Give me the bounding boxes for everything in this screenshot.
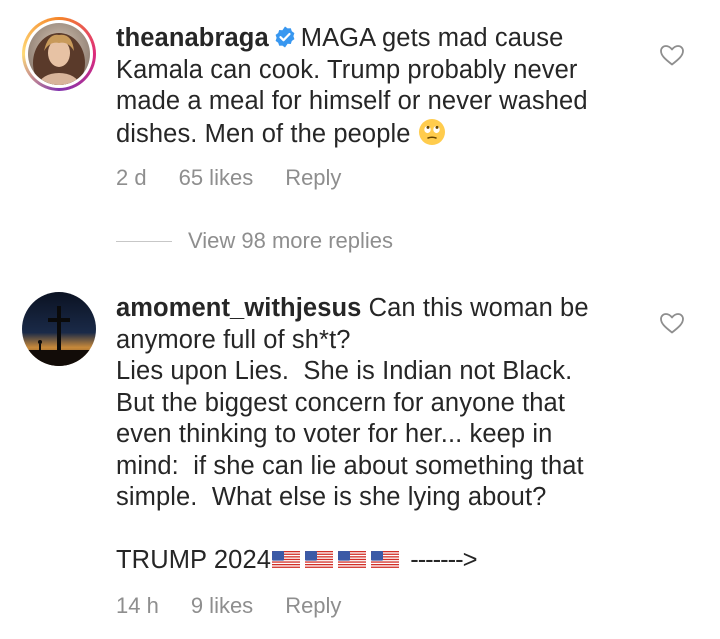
comment-text-line: even thinking to voter for her... keep i… [116,420,553,448]
comment-meta: 14 h 9 likes Reply [116,593,373,619]
avatar-inner [25,20,93,88]
comment-meta: 2 d 65 likes Reply [116,165,373,191]
comment-signoff: TRUMP 2024 -------> [116,545,636,577]
us-flag-icon [338,551,367,569]
avatar-story-ring[interactable] [22,17,96,91]
avatar [28,23,90,85]
face-with-rolling-eyes-icon [418,118,446,155]
us-flag-icon [371,551,400,569]
comment-text-line: mind: if she can lie about something tha… [116,451,584,480]
us-flag-icon [305,551,334,569]
comment-body: theanabraga MAGA gets mad cause Kamala c… [116,23,636,154]
likes-count[interactable]: 65 likes [179,165,254,190]
heart-outline-icon[interactable] [659,311,685,335]
verified-badge-icon [275,26,295,48]
comment-age: 14 h [116,593,159,618]
comment-username[interactable]: theanabraga [116,24,269,52]
comment-text-line: simple. What else is she lying about? [116,483,547,511]
view-replies-button[interactable]: View 98 more replies [116,228,393,254]
comment-text-line: Lies upon Lies. She is Indian not Black. [116,357,573,385]
us-flag-icon [272,551,301,569]
comment-text-line: Can this woman be [368,294,589,322]
comment-body: amoment_withjesus Can this woman be anym… [116,293,636,577]
signoff-arrow: -------> [410,546,477,574]
comment-username[interactable]: amoment_withjesus [116,294,361,322]
comment-text-line: But the biggest concern for anyone that [116,388,566,417]
flag-emojis [271,546,403,574]
comment-age: 2 d [116,165,147,190]
replies-divider [116,240,172,242]
comment-text-line: anymore full of sh*t? [116,325,351,354]
signoff-text: TRUMP 2024 [116,546,272,574]
avatar[interactable] [22,292,96,366]
reply-button[interactable]: Reply [285,165,341,190]
view-replies-label: View 98 more replies [188,228,394,253]
heart-outline-icon[interactable] [659,43,685,67]
reply-button[interactable]: Reply [285,593,341,618]
likes-count[interactable]: 9 likes [191,593,253,618]
